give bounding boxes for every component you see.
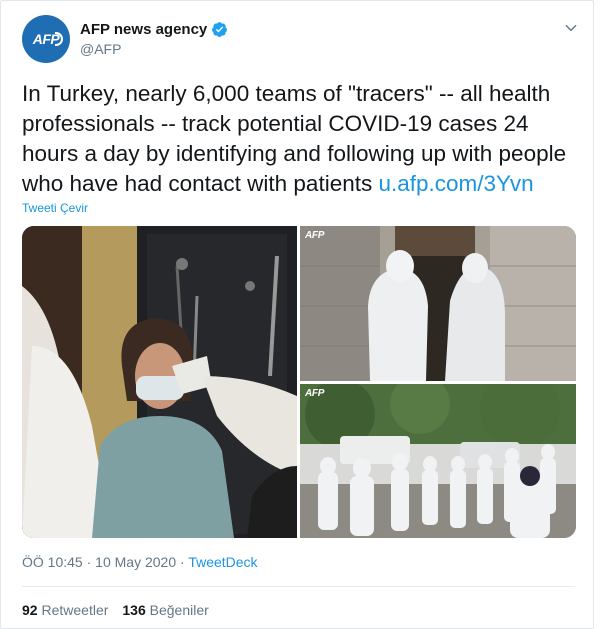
tweet-link[interactable]: u.afp.com/3Yvn [378,171,533,196]
likes-stat[interactable]: 136 Beğeniler [122,602,208,618]
tweet-date[interactable]: 10 May 2020 [95,554,176,570]
likes-label: Beğeniler [149,602,209,618]
divider [22,586,575,587]
meta-separator: · [86,554,92,570]
translate-tweet-link[interactable]: Tweeti Çevir [22,201,88,215]
retweets-count: 92 [22,602,38,618]
photo-tracers-street[interactable]: AFP [300,384,576,538]
photo-temperature-check-art [22,226,297,538]
photo-temperature-check[interactable] [22,226,297,538]
tweet-source-link[interactable]: TweetDeck [188,554,257,570]
meta-separator: · [180,554,185,570]
photo-tracers-doorway[interactable]: AFP [300,226,576,381]
tweet-meta: ÖÖ 10:45 · 10 May 2020 · TweetDeck [22,554,258,570]
afp-watermark: AFP [305,230,325,241]
avatar-logo-arc [55,32,63,46]
verified-badge-icon [212,22,228,37]
account-name[interactable]: AFP news agency [80,21,207,38]
account-name-row[interactable]: AFP news agency [80,21,228,38]
tweet-stats: 92 Retweetler 136 Beğeniler [22,602,209,618]
chevron-down-icon[interactable] [564,21,578,35]
tweet-time[interactable]: ÖÖ 10:45 [22,554,83,570]
retweets-stat[interactable]: 92 Retweetler [22,602,108,618]
tweet-card: AFP AFP news agency @AFP In Turkey, near… [0,0,594,629]
tweet-header: AFP AFP news agency @AFP [22,15,582,65]
tweet-text: In Turkey, nearly 6,000 teams of "tracer… [22,79,582,199]
retweets-label: Retweetler [41,602,109,618]
media-grid: AFP AFP [22,226,576,538]
photo-tracers-doorway-art [300,226,576,381]
likes-count: 136 [122,602,146,618]
account-handle[interactable]: @AFP [80,41,121,57]
afp-watermark: AFP [305,388,325,399]
avatar[interactable]: AFP [22,15,70,63]
photo-tracers-street-art [300,384,576,538]
